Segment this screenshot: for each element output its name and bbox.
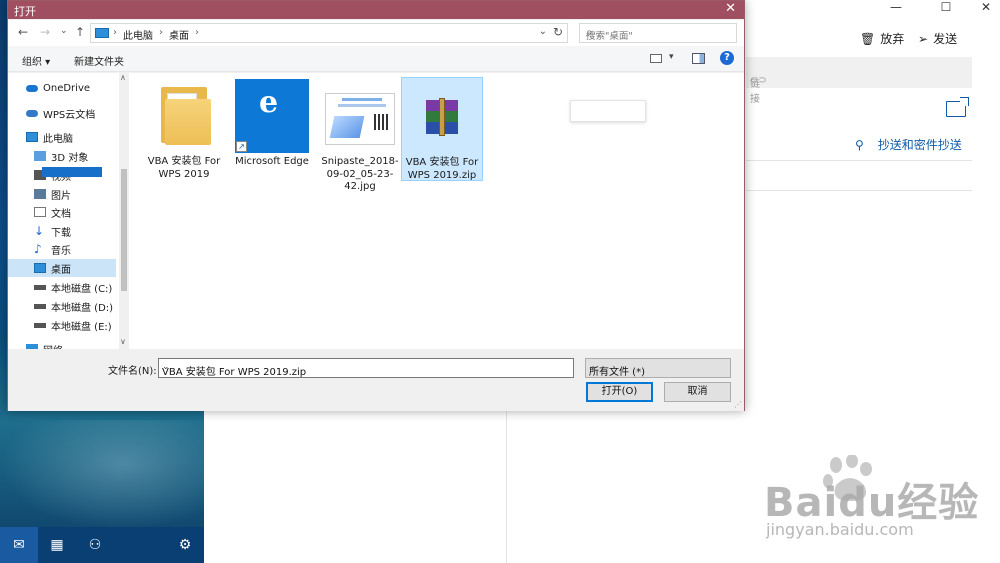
refresh-icon[interactable]: ↻ (553, 25, 563, 39)
resize-grip-icon[interactable]: ⋰ (734, 400, 742, 409)
sidebar-item-documents[interactable]: 文档 (34, 203, 129, 221)
shortcut-arrow-icon: ↗ (236, 141, 247, 152)
drag-highlight (42, 167, 102, 177)
file-list: VBA 安装包 For WPS 2019 e ↗ Microsoft Edge S… (129, 73, 744, 349)
sidebar-item-pictures[interactable]: 图片 (34, 185, 129, 203)
document-icon (34, 207, 46, 217)
desktop-icon (34, 263, 46, 273)
close-app-button[interactable]: ✕ (976, 0, 996, 16)
help-icon[interactable]: ? (720, 51, 734, 65)
winrar-archive-icon (405, 80, 479, 154)
chevron-down-icon[interactable]: ▾ (669, 52, 674, 62)
picture-icon (34, 189, 46, 199)
breadcrumb-desktop[interactable]: 桌面 (169, 27, 189, 42)
sidebar-item-music[interactable]: ♪ 音乐 (34, 240, 129, 258)
sidebar-item-onedrive[interactable]: OneDrive (26, 79, 129, 97)
filename-label: 文件名(N): (108, 366, 157, 377)
file-item-zip-selected[interactable]: VBA 安装包 For WPS 2019.zip (401, 77, 483, 181)
back-arrow-icon[interactable]: ← (18, 25, 28, 39)
computer-icon (26, 132, 38, 142)
sidebar-item-drive-d[interactable]: 本地磁盘 (D:) (34, 297, 129, 315)
maximize-button[interactable]: ☐ (936, 0, 956, 16)
file-item-image[interactable]: Snipaste_2018-09-02_05-23-42.jpg (319, 77, 401, 192)
recent-locations-chevron-icon[interactable]: ⌄ (60, 26, 68, 36)
download-icon: ↓ (34, 224, 45, 238)
new-folder-button[interactable]: 新建文件夹 (74, 53, 124, 68)
file-item-folder[interactable]: VBA 安装包 For WPS 2019 (143, 77, 225, 181)
cloud-icon (26, 84, 38, 92)
search-icon: ⌕ (586, 25, 593, 39)
drive-icon (34, 303, 46, 309)
popout-icon[interactable] (946, 97, 969, 117)
people-icon[interactable]: ⚇ (86, 536, 104, 554)
pane-divider (506, 410, 507, 563)
watermark: Baidu经验 jingyan.baidu.com (764, 480, 980, 539)
dialog-titlebar: 打开 ✕ (8, 1, 744, 19)
computer-icon (95, 28, 109, 38)
breadcrumb-this-pc[interactable]: 此电脑 (123, 27, 153, 42)
scrollbar-thumb[interactable] (121, 169, 127, 291)
cube-icon (34, 151, 46, 161)
sidebar-item-network[interactable]: 网络 (26, 340, 129, 349)
sidebar-scrollbar[interactable]: ∧ ∨ (119, 73, 129, 349)
drive-icon (34, 284, 46, 290)
view-options-icon[interactable] (650, 54, 662, 63)
sidebar-item-this-pc[interactable]: 此电脑 (26, 128, 129, 146)
sidebar-item-3d-objects[interactable]: 3D 对象 (34, 147, 129, 165)
edge-icon: e ↗ (235, 79, 309, 153)
trash-icon: 🗑 (860, 31, 876, 46)
address-bar[interactable]: › 此电脑 › 桌面 › ⌄ ↻ (90, 23, 568, 43)
cc-bcc-link[interactable]: ⚲ 抄送和密件抄送 (855, 136, 962, 153)
dialog-title: 打开 (14, 5, 36, 18)
send-arrow-icon: ➢ (918, 31, 929, 46)
preview-pane-icon[interactable] (692, 53, 705, 64)
link-button[interactable]: 链接 (750, 75, 760, 105)
dialog-footer: 文件名(N): VBA 安装包 For WPS 2019.zip ⌄ 所有文件 … (8, 349, 744, 411)
sidebar-item-downloads[interactable]: ↓ 下载 (34, 222, 129, 240)
command-toolbar: 组织 ▾ 新建文件夹 ▾ ? (8, 46, 744, 72)
send-button[interactable]: ➢ 发送 (918, 30, 957, 47)
filename-input[interactable]: VBA 安装包 For WPS 2019.zip ⌄ (158, 358, 574, 378)
open-file-dialog: 打开 ✕ ← → ⌄ ↑ › 此电脑 › 桌面 › ⌄ ↻ 搜索"桌面" ⌕ 组… (7, 0, 745, 411)
scroll-up-icon[interactable]: ∧ (120, 73, 126, 82)
divider (746, 190, 972, 191)
forward-arrow-icon[interactable]: → (40, 25, 50, 39)
link-toolbar: ⊂⊃ 链接 (746, 57, 972, 105)
file-item-edge[interactable]: e ↗ Microsoft Edge (231, 77, 313, 181)
scroll-down-icon[interactable]: ∨ (120, 337, 126, 346)
person-icon: ⚲ (855, 137, 864, 152)
drive-icon (34, 322, 46, 328)
dialog-close-button[interactable]: ✕ (725, 1, 736, 16)
up-arrow-icon[interactable]: ↑ (75, 25, 85, 39)
search-input[interactable]: 搜索"桌面" ⌕ (579, 23, 737, 43)
organize-button[interactable]: 组织 ▾ (22, 53, 50, 68)
open-button[interactable]: 打开(O) (586, 382, 653, 402)
mail-icon[interactable]: ✉ (10, 536, 28, 554)
navigation-bar: ← → ⌄ ↑ › 此电脑 › 桌面 › ⌄ ↻ 搜索"桌面" ⌕ (8, 20, 744, 46)
settings-gear-icon[interactable]: ⚙ (176, 536, 194, 554)
chevron-down-icon[interactable]: ⌄ (539, 26, 547, 37)
chevron-down-icon: ⌄ (589, 362, 597, 372)
image-thumbnail-icon (323, 79, 397, 153)
sidebar-item-drive-c[interactable]: 本地磁盘 (C:) (34, 278, 129, 296)
divider (746, 160, 972, 161)
cancel-button[interactable]: 取消 (664, 382, 731, 402)
sidebar-item-wps-cloud[interactable]: WPS云文档 (26, 104, 129, 122)
music-icon: ♪ (34, 242, 42, 256)
calendar-icon[interactable]: ▦ (48, 536, 66, 554)
sidebar-item-desktop[interactable]: 桌面 (8, 259, 116, 277)
mail-bottom-bar: ✉ ▦ ⚇ ⚙ (0, 527, 204, 563)
blank-tooltip (570, 100, 646, 122)
discard-button[interactable]: 🗑 放弃 (860, 30, 904, 47)
file-type-select[interactable]: 所有文件 (*) ⌄ (585, 358, 731, 378)
sidebar-item-drive-e[interactable]: 本地磁盘 (E:) (34, 316, 129, 334)
cloud-icon (26, 109, 38, 117)
folder-icon (147, 79, 221, 153)
minimize-button[interactable]: — (886, 0, 906, 16)
navigation-pane: OneDrive WPS云文档 此电脑 3D 对象 视频 图片 文档 ↓ 下载 (8, 73, 129, 349)
chevron-down-icon[interactable]: ⌄ (162, 362, 570, 372)
